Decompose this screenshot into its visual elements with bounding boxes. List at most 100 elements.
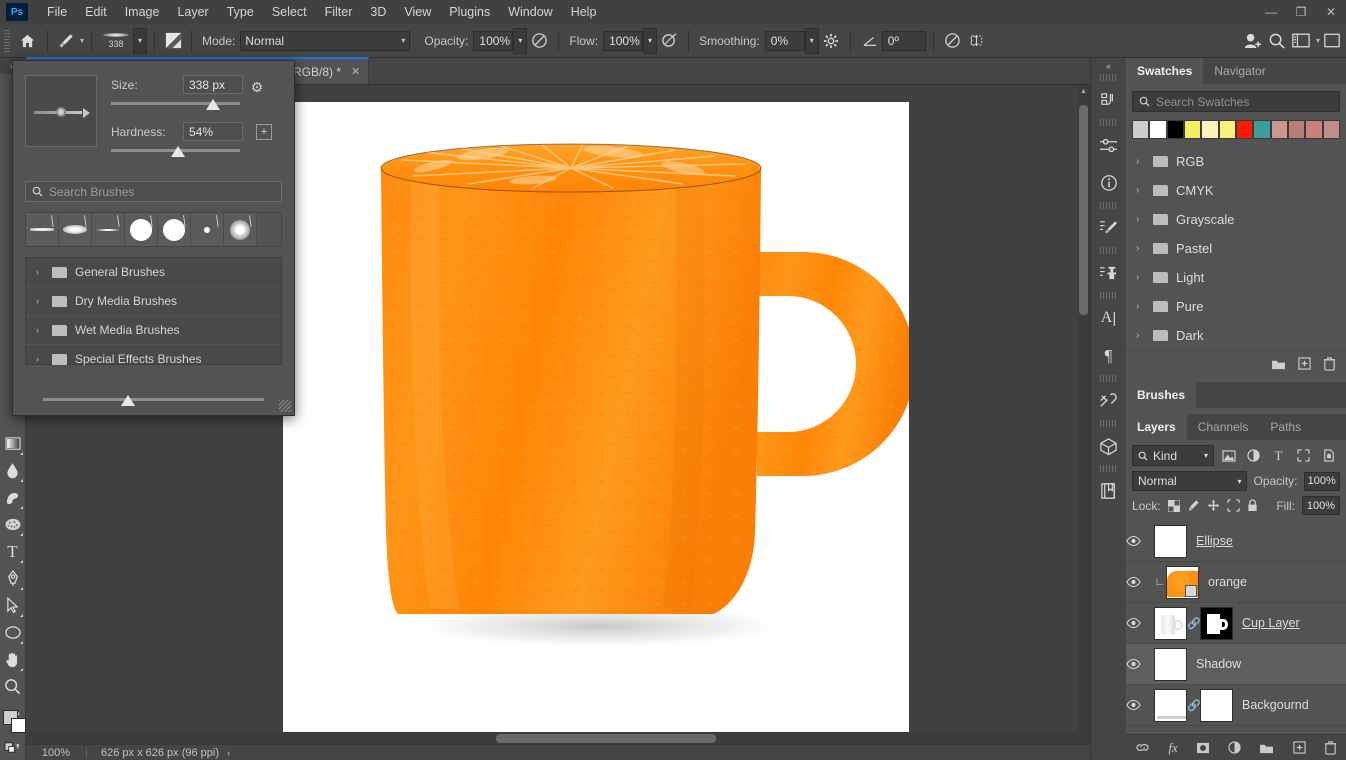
menu-plugins[interactable]: Plugins [440,2,499,22]
link-layers-icon[interactable] [1135,742,1150,753]
type-filter-icon[interactable]: T [1268,445,1289,466]
layer-opacity-value[interactable]: 100% [1303,471,1340,491]
brush-settings-icon[interactable] [1091,209,1126,247]
status-chevron-icon[interactable]: › [219,748,238,758]
delete-layer-icon[interactable] [1324,740,1337,755]
workspace-icon[interactable] [1289,29,1313,53]
brush-preset-icon[interactable] [162,30,184,52]
new-group-icon[interactable] [1271,358,1286,370]
swatch-chip[interactable] [1166,120,1184,139]
brush-preset-thin-line-brush[interactable]: ╱ [92,213,125,246]
pixel-filter-icon[interactable] [1218,445,1239,466]
arrange-documents-icon[interactable] [1320,29,1344,53]
brush-size-zoom-slider[interactable] [43,395,264,409]
layer-thumbnail[interactable] [1154,647,1187,681]
brush-search-field[interactable]: Search Brushes [25,181,282,202]
layer-name[interactable]: Shadow [1187,657,1241,671]
layer-row[interactable]: Shadow [1126,644,1346,685]
type-tool[interactable]: T [0,538,25,565]
swatch-chip[interactable] [1235,120,1254,139]
layer-row[interactable]: 🔗 Backgournd [1126,685,1346,726]
shape-filter-icon[interactable] [1293,445,1314,466]
opacity-chevron-icon[interactable]: ▾ [513,27,528,54]
swatch-chip[interactable] [1183,120,1202,139]
pressure-opacity-icon[interactable] [527,29,551,53]
menu-filter[interactable]: Filter [316,2,362,22]
menu-edit[interactable]: Edit [76,2,116,22]
chevron-right-icon[interactable]: › [1136,185,1145,196]
swatch-group-rgb[interactable]: › RGB [1126,147,1346,176]
ellipse-tool[interactable] [0,619,25,646]
brush-preset-flat-thin-brush[interactable]: ╱ [26,213,59,246]
menu-select[interactable]: Select [263,2,316,22]
dock-grip[interactable] [1100,74,1117,81]
swatch-chip[interactable] [1322,120,1340,139]
chevron-right-icon[interactable]: › [1136,330,1145,341]
layer-name[interactable]: Backgournd [1233,698,1309,712]
dock-grip[interactable] [1100,465,1117,472]
vertical-scroll-thumb[interactable] [1079,105,1088,315]
brush-size-input[interactable]: 338 px [183,75,243,94]
adjustment-layer-icon[interactable] [1228,741,1241,754]
resize-grip[interactable] [279,400,291,412]
menu-type[interactable]: Type [218,2,263,22]
scroll-up-icon[interactable]: ▲ [1077,85,1090,98]
blur-tool[interactable] [0,457,25,484]
layer-visibility-toggle[interactable] [1126,536,1154,546]
minimize-button[interactable]: — [1256,0,1286,24]
menu-window[interactable]: Window [499,2,561,22]
layer-row[interactable]: 🔗 Cup Layer [1126,603,1346,644]
layer-visibility-toggle[interactable] [1126,577,1154,587]
share-icon[interactable] [1241,29,1265,53]
layer-visibility-toggle[interactable] [1126,618,1154,628]
swatch-chip[interactable] [1149,120,1167,139]
menu-help[interactable]: Help [562,2,606,22]
chevron-right-icon[interactable]: › [36,325,44,335]
layer-style-fx-icon[interactable]: fx [1168,740,1177,756]
swatch-chip[interactable] [1132,120,1150,139]
angle-input[interactable]: 0º [881,30,926,51]
gear-icon[interactable] [819,29,843,53]
horizontal-scroll-thumb[interactable] [496,734,716,743]
swatch-group-light[interactable]: › Light [1126,263,1346,292]
3d-icon[interactable] [1091,427,1126,465]
tab-channels[interactable]: Channels [1187,414,1260,440]
lock-image-icon[interactable] [1187,499,1200,512]
swatch-search-field[interactable]: Search Swatches [1132,91,1340,112]
layer-visibility-toggle[interactable] [1126,700,1154,710]
sponge-tool[interactable] [0,511,25,538]
chevron-right-icon[interactable]: › [36,267,44,277]
lock-position-icon[interactable] [1207,499,1220,512]
restore-button[interactable]: ❐ [1286,0,1316,24]
search-icon[interactable] [1265,29,1289,53]
layer-thumbnail[interactable] [1154,524,1187,558]
brush-folder-wet-media-brushes[interactable]: › Wet Media Brushes [26,316,281,345]
chevron-right-icon[interactable]: › [1136,272,1145,283]
menu-file[interactable]: File [38,2,76,22]
collapse-icon[interactable]: « [1091,58,1126,74]
layer-name[interactable]: orange [1199,575,1247,589]
dock-grip[interactable] [1100,247,1117,254]
brush-size-slider[interactable] [111,98,246,114]
layer-mask-thumbnail[interactable] [1200,606,1233,640]
tool-presets-icon[interactable] [1091,382,1126,420]
swatch-chip[interactable] [1201,120,1219,139]
zoom-level[interactable]: 100% [26,747,86,759]
brush-hardness-slider[interactable] [111,145,246,161]
canvas-vertical-scrollbar[interactable]: ▲ [1077,85,1090,745]
brush-folder-dry-media-brushes[interactable]: › Dry Media Brushes [26,287,281,316]
blend-mode-select[interactable]: Normal ▾ [240,30,411,51]
gear-icon[interactable]: ⚙ [246,75,268,96]
lock-artboard-icon[interactable] [1227,499,1240,512]
lock-all-icon[interactable] [1247,499,1258,512]
layer-name[interactable]: Ellipse [1187,534,1233,548]
opacity-input[interactable]: 100% [473,30,514,51]
lock-transparent-icon[interactable] [1167,499,1180,512]
brush-hardness-input[interactable]: 54% [183,122,243,141]
dock-grip[interactable] [1100,375,1117,382]
menu-view[interactable]: View [395,2,440,22]
dock-grip[interactable] [1100,292,1117,299]
history-icon[interactable] [1091,81,1126,119]
symmetry-butterfly-icon[interactable] [965,29,989,53]
swatch-chip[interactable] [1253,120,1271,139]
